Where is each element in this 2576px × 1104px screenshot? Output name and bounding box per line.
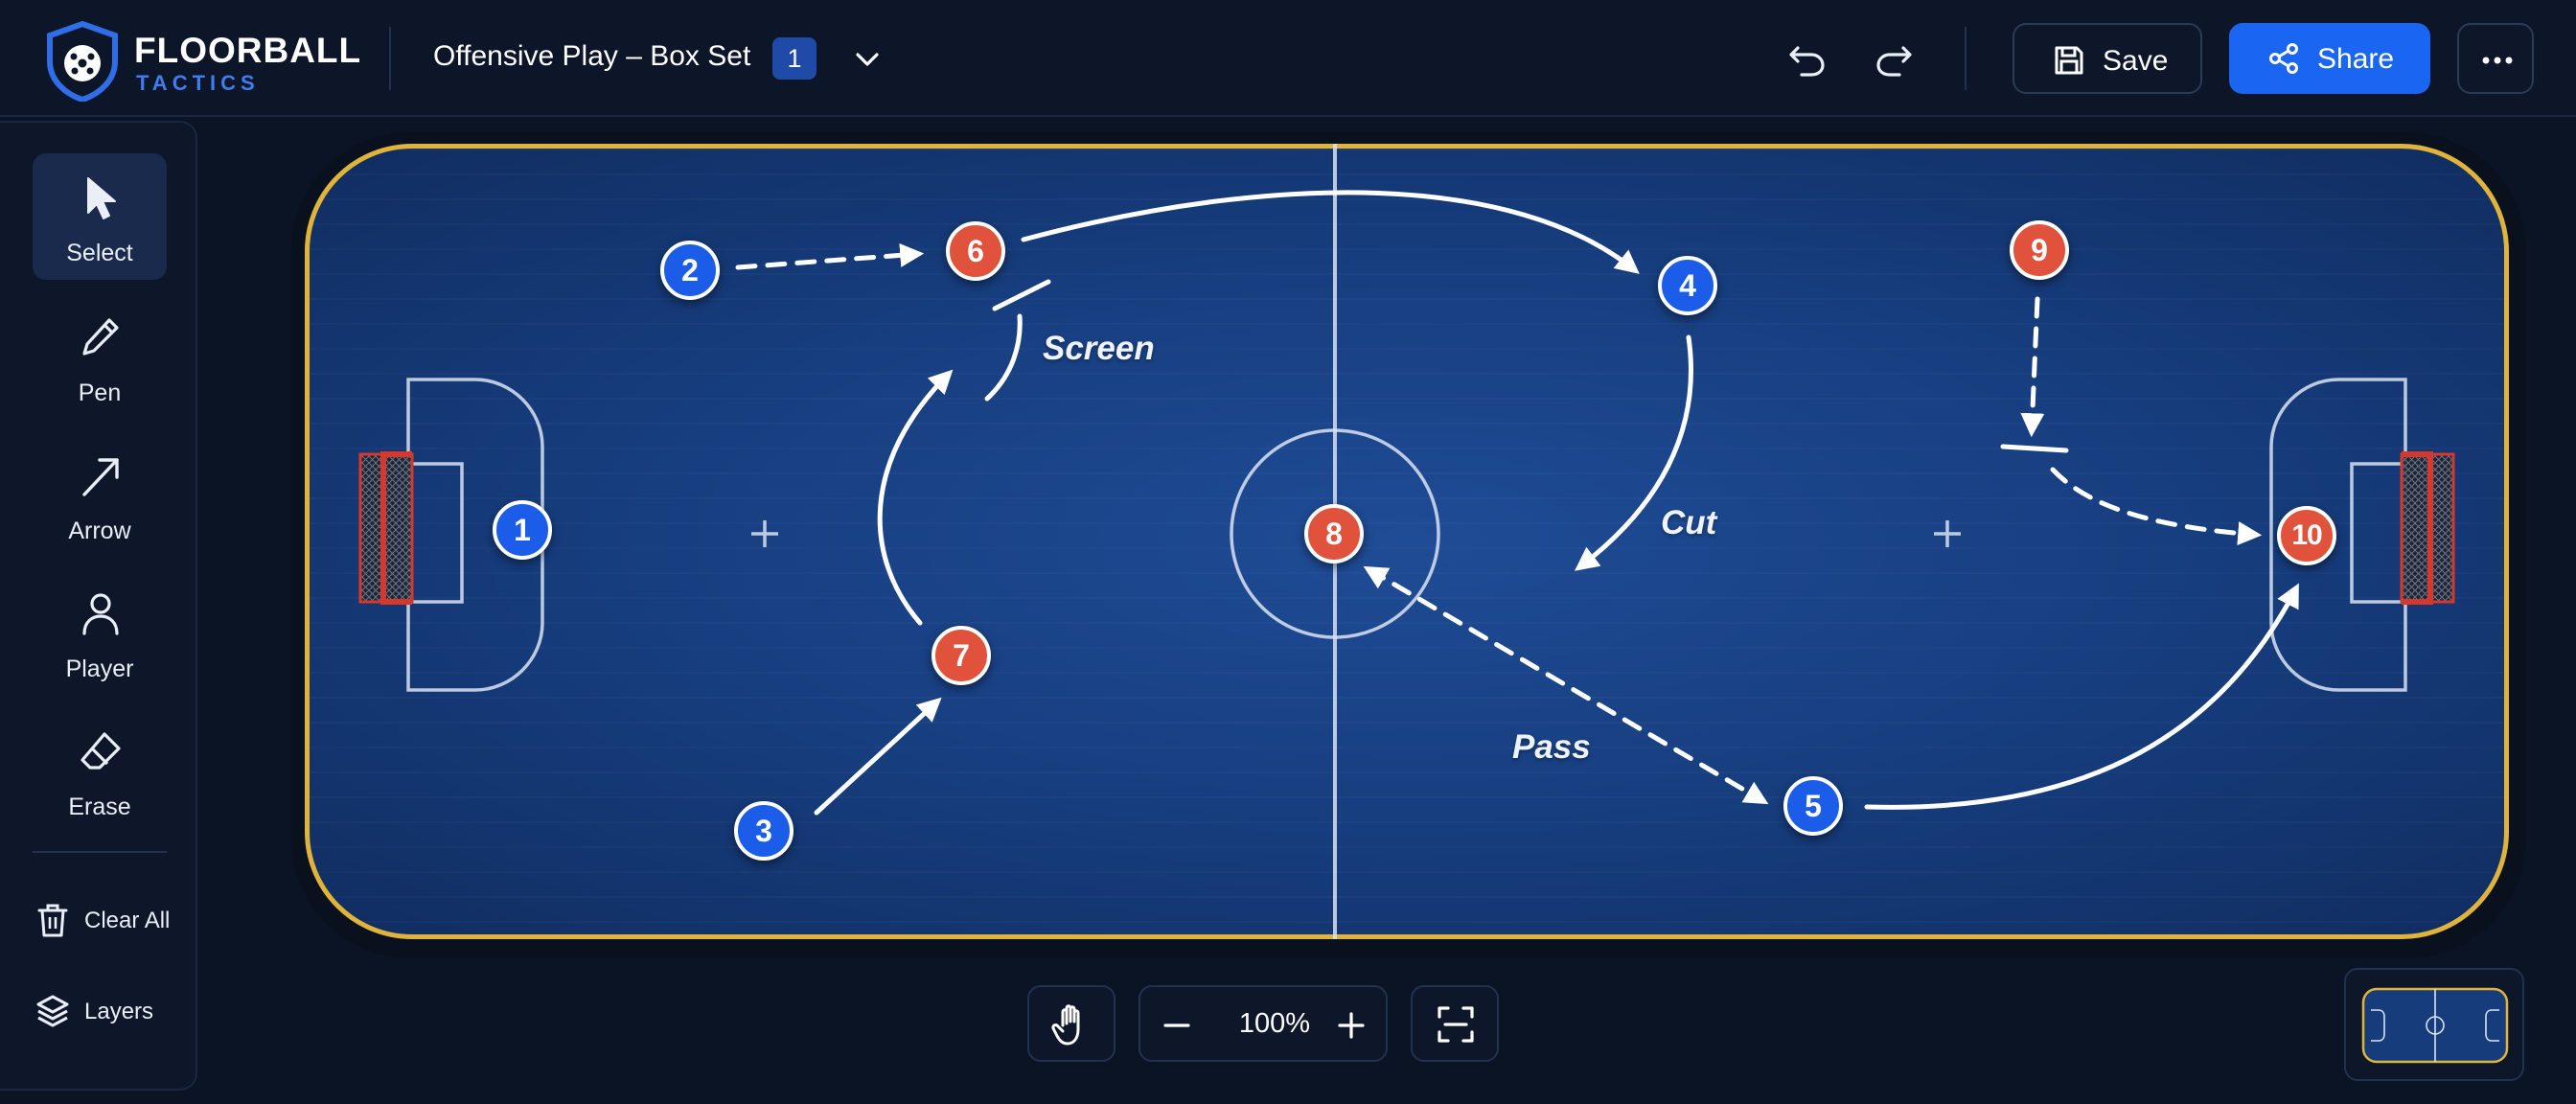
player-token-red[interactable]: 10 <box>2277 506 2336 565</box>
annotation-cut[interactable]: Cut <box>1661 504 1716 542</box>
screen-bar[interactable] <box>2000 444 2069 453</box>
fit-screen-icon <box>1438 1006 1474 1043</box>
run-arrow[interactable] <box>877 369 954 626</box>
pass-arrow[interactable] <box>735 242 925 270</box>
run-arrow[interactable] <box>1021 190 1640 274</box>
player-token-blue[interactable]: 4 <box>1658 256 1717 315</box>
pass-arrow[interactable] <box>2020 296 2045 438</box>
run-arrow[interactable] <box>814 697 942 816</box>
minimap[interactable] <box>2344 968 2524 1081</box>
zoom-control: 100% <box>1138 985 1388 1062</box>
player-token-red[interactable]: 7 <box>932 626 991 685</box>
minimap-icon <box>2361 987 2509 1064</box>
zoom-in-icon[interactable] <box>1334 1008 1368 1043</box>
fit-screen-button[interactable] <box>1411 985 1499 1062</box>
pan-button[interactable] <box>1027 985 1116 1062</box>
pass-arrow[interactable] <box>2050 467 2263 546</box>
screen-line[interactable] <box>984 313 1023 402</box>
player-token-blue[interactable]: 3 <box>734 801 794 861</box>
player-token-blue[interactable]: 2 <box>660 241 720 300</box>
rink-overlay <box>358 190 2455 816</box>
shot-arrow[interactable] <box>1864 583 2299 810</box>
play-drawings[interactable] <box>735 190 2299 816</box>
annotation-screen[interactable]: Screen <box>1043 330 1155 368</box>
player-token-red[interactable]: 9 <box>2010 220 2069 280</box>
player-token-red[interactable]: 6 <box>946 221 1005 281</box>
zoom-level: 100% <box>1238 1008 1311 1039</box>
player-token-blue[interactable]: 5 <box>1783 776 1843 836</box>
left-goal <box>358 451 414 605</box>
screen-bar[interactable] <box>992 279 1051 311</box>
hand-pan-icon <box>1051 1004 1080 1046</box>
zoom-out-icon[interactable] <box>1160 1008 1194 1043</box>
right-goal <box>2400 451 2455 605</box>
player-token-blue[interactable]: 1 <box>493 500 552 560</box>
annotation-pass[interactable]: Pass <box>1512 728 1591 767</box>
player-token-red[interactable]: 8 <box>1304 504 1364 564</box>
